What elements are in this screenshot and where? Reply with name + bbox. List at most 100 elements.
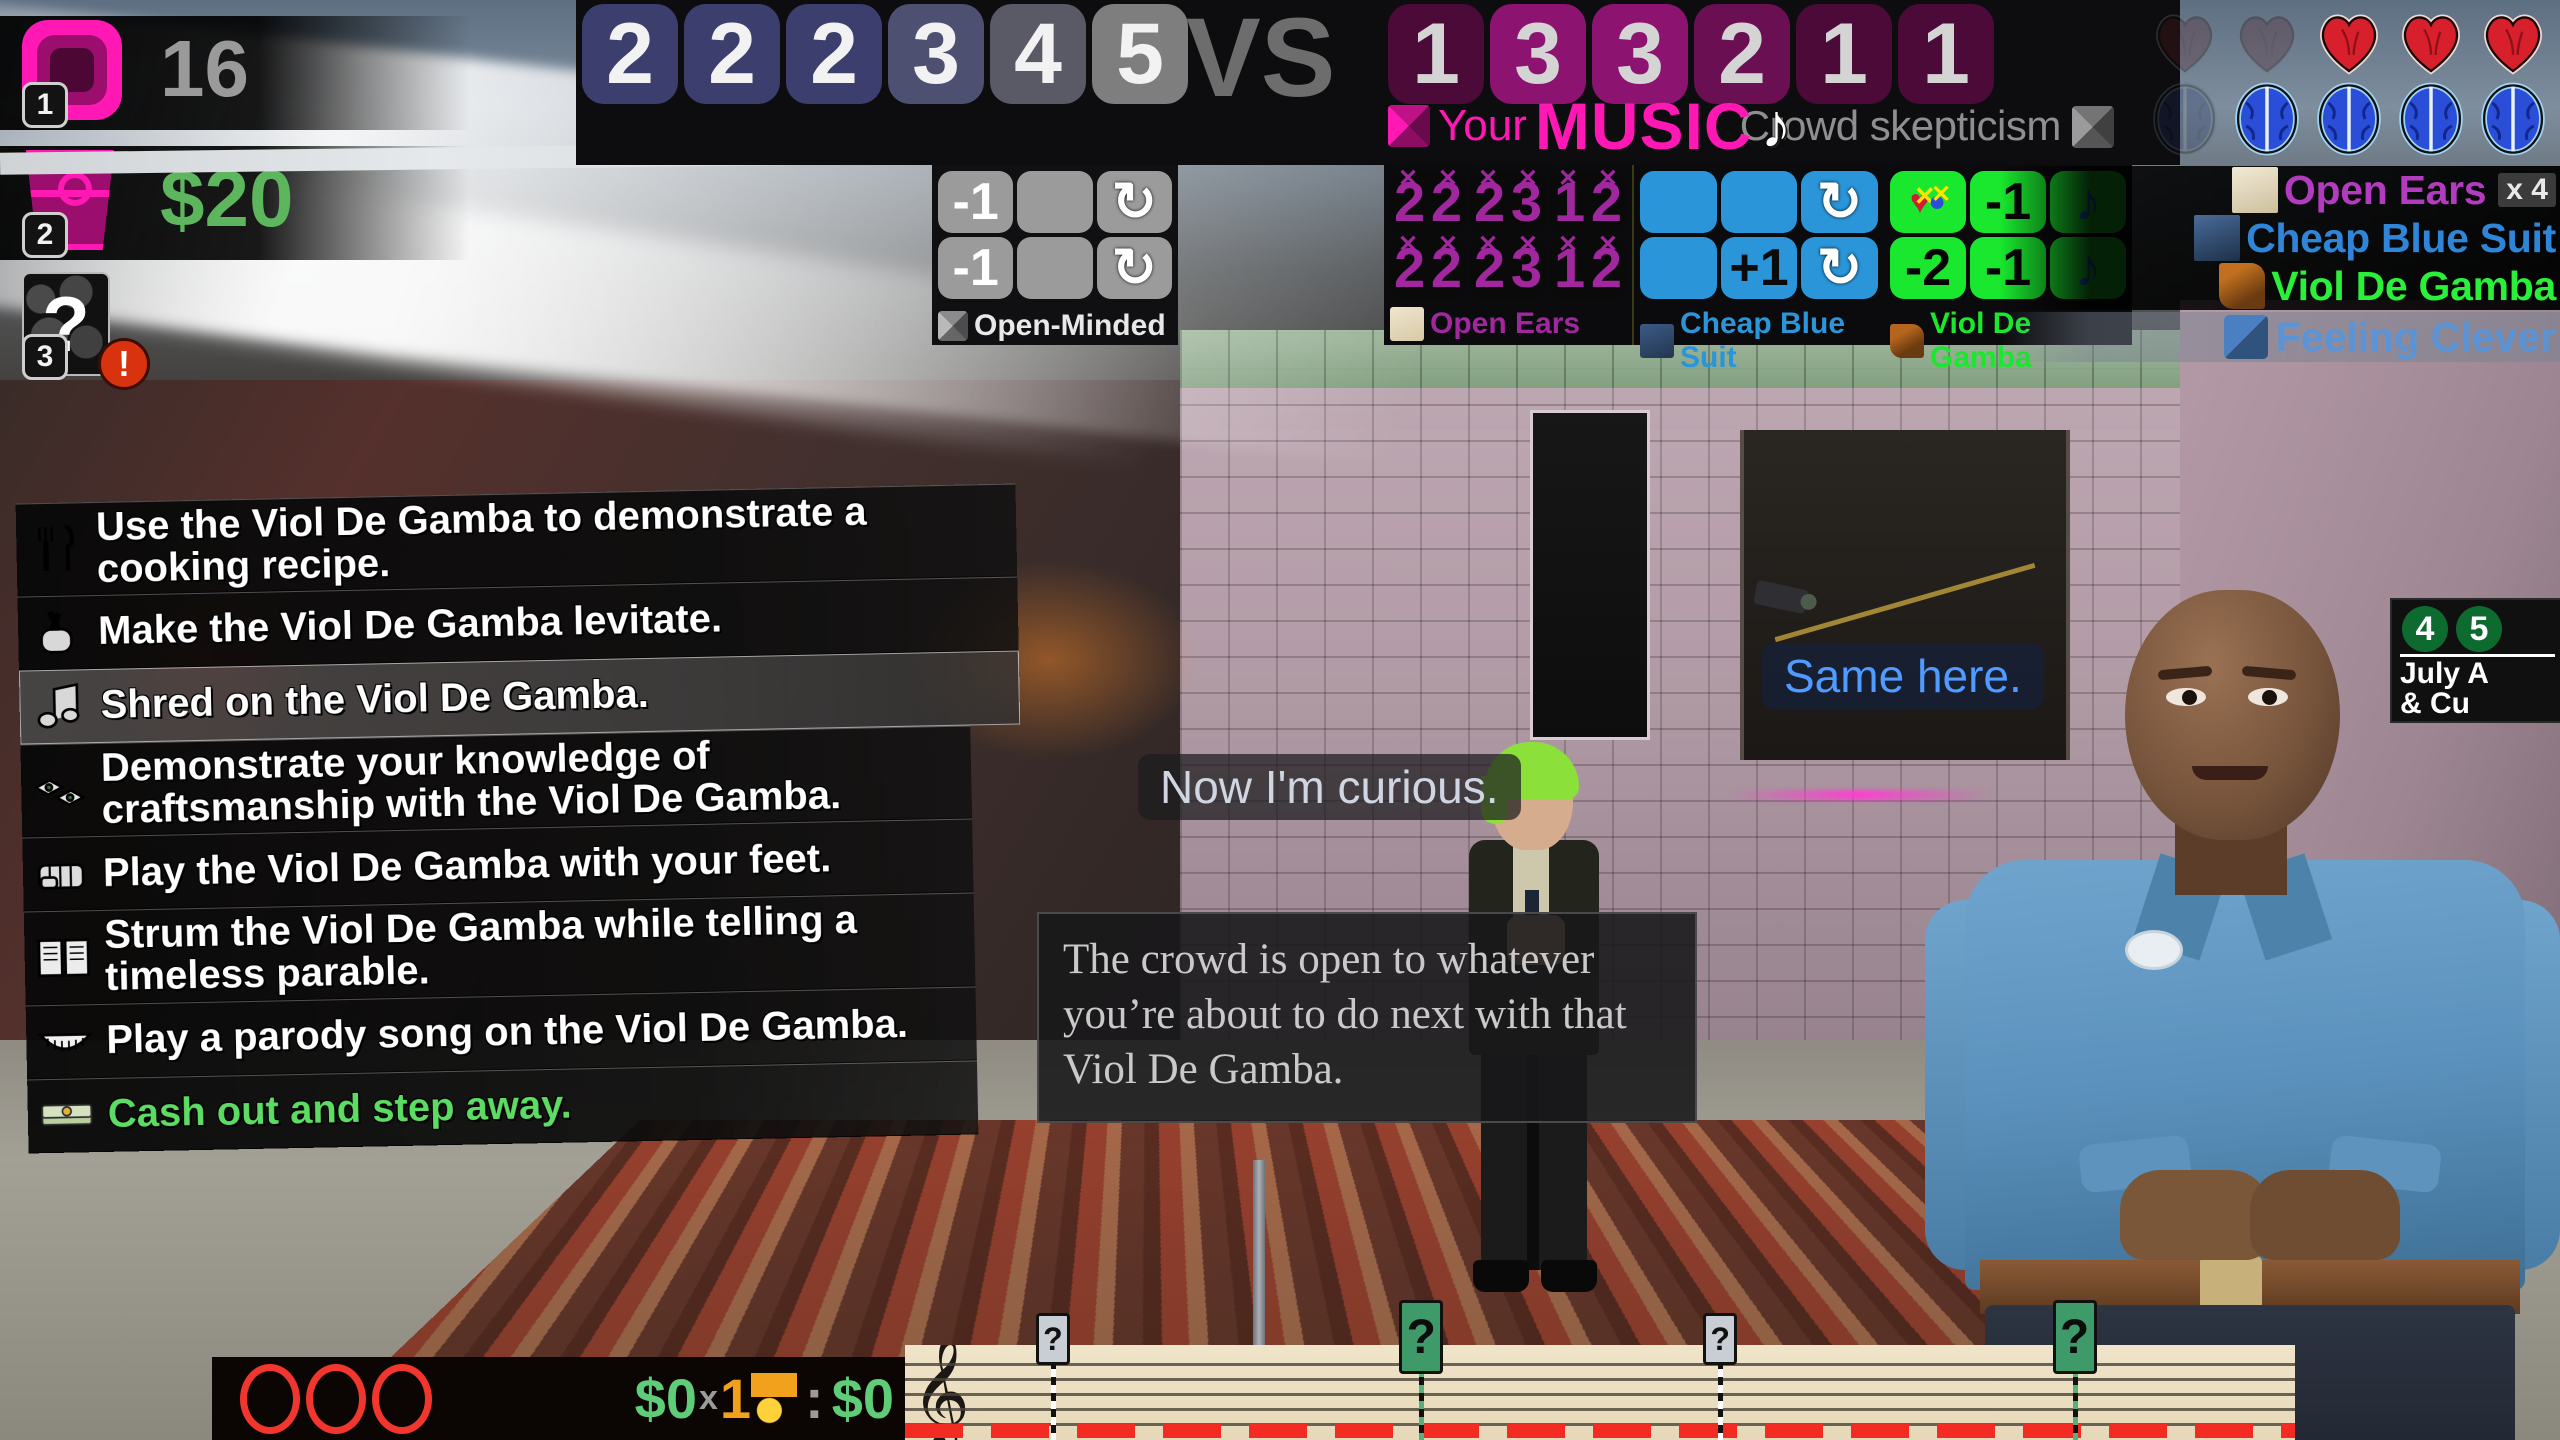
action-menu[interactable]: Use the Viol De Gamba to demonstrate a c…: [15, 483, 1021, 1154]
sheet-music-thumb: [2231, 167, 2278, 213]
effect-cell: ✕ ✕ 2 3: [1470, 167, 1546, 233]
refresh-icon: ↻: [1111, 172, 1157, 232]
hud-left-stats: 1 16 2 $20 ? 3 !: [0, 8, 520, 390]
staff-question-marker[interactable]: ?: [1703, 1313, 1738, 1365]
heart-icon: [2312, 4, 2386, 78]
die-face: 2: [684, 4, 780, 104]
effect-cell: [1640, 171, 1717, 233]
hud-row-confidence: 1 16: [0, 8, 520, 138]
hud-row-mystery-card[interactable]: ? 3 !: [0, 268, 520, 390]
brain-icon: [2230, 82, 2304, 156]
menu-item-label: Play a parody song on the Viol De Gamba.: [105, 1001, 909, 1062]
heart-icon: [2148, 4, 2222, 78]
cell-value-left: 1: [1554, 236, 1586, 299]
payout-base: $0: [634, 1367, 697, 1430]
staff-question-marker[interactable]: ?: [2052, 1300, 2097, 1374]
multiplier-x-label: x: [698, 1379, 718, 1417]
block-cheap-blue-suit[interactable]: ↻ +1 ↻ Cheap Blue Suit: [1634, 165, 1884, 374]
pink-cube-icon: [1388, 105, 1430, 147]
heart-icon: [2394, 4, 2468, 78]
cell-value-right: 2: [1590, 170, 1622, 233]
grin-mouth-icon: [34, 1010, 97, 1073]
effect-cell: +1: [1720, 237, 1798, 299]
die-face: 1: [1898, 4, 1994, 104]
open-minded-name: Open-Minded: [974, 309, 1166, 342]
refresh-icon: ↻: [1817, 172, 1863, 232]
hud-slot-number: 3: [22, 334, 68, 380]
block-open-ears[interactable]: ✕ ✕ 2 2 ✕ ✕ 2 3 ✕ ✕ 1 2 ✕ ✕ 2 2 ✕ ✕ 2 3 ✕ ✕ 1 2 Open Ears: [1384, 165, 1634, 345]
effect-cell: [1720, 171, 1798, 233]
cell-value-right: 3: [1510, 170, 1542, 233]
effect-cell: ✕ ✕ 1 2: [1550, 233, 1626, 299]
music-word: MUSIC: [1534, 89, 1753, 163]
open-minded-label: Open-Minded: [938, 309, 1166, 343]
heart-icon: [2230, 4, 2304, 78]
heart-icon: [2476, 4, 2550, 78]
cell-value-left: 1: [1554, 170, 1586, 233]
alert-icon: !: [98, 338, 150, 390]
your-music-label: Your MUSIC ♪: [1388, 88, 1792, 164]
effect-cell: [1017, 237, 1093, 299]
die-face: 5: [1092, 4, 1188, 104]
bottom-status-bar: $0 x 1 : $0: [212, 1357, 912, 1440]
staff-question-marker[interactable]: ?: [1399, 1300, 1444, 1374]
payout-total: $0: [831, 1367, 894, 1430]
grey-cube-icon: [938, 311, 968, 341]
fire-note-icon: [751, 1372, 798, 1425]
die-face: 1: [1796, 4, 1892, 104]
multiplier-value: 1: [719, 1367, 752, 1430]
refresh-icon: ↻: [1817, 238, 1863, 298]
cell-value-right: 3: [1510, 236, 1542, 299]
menu-item-label: Demonstrate your knowledge of craftsmans…: [100, 733, 842, 832]
open-ears-block-label: Open Ears: [1384, 305, 1632, 341]
sheet-music-thumb: [1390, 307, 1424, 341]
cell-value-left: 2: [1394, 170, 1426, 233]
die-face: 2: [786, 4, 882, 104]
effect-cell: ↻: [1801, 171, 1878, 233]
cell-value-left: 2: [1394, 236, 1426, 299]
cell-value-right: 2: [1430, 170, 1462, 233]
hud-right-stats: Open Ears x 4 Cheap Blue Suit Viol De Gamba…: [2000, 4, 2560, 362]
die-face: 3: [888, 4, 984, 104]
inventory-item-count: x 4: [2498, 173, 2556, 207]
cheap-blue-suit-name: Cheap Blue Suit: [1680, 307, 1846, 374]
vs-label: VS: [1186, 0, 1336, 120]
effect-cell: ↻: [1096, 171, 1172, 233]
inventory-item[interactable]: Open Ears x 4: [2000, 166, 2560, 214]
refresh-icon: ↻: [1111, 238, 1157, 298]
staff-beat-dashes: [905, 1424, 2295, 1438]
hud-slot-number: 2: [22, 212, 68, 258]
payout-readout: $0 x 1 : $0: [635, 1366, 894, 1431]
cell-value-left: 2: [1474, 236, 1506, 299]
effect-cell: [1640, 237, 1717, 299]
life-indicator-icon: [240, 1363, 300, 1434]
mood-status-badge: Feeling Clever: [2000, 312, 2560, 362]
hud-slot-number: 1: [22, 82, 68, 128]
music-note-icon: [28, 675, 91, 738]
open-ears-name: Open Ears: [1430, 307, 1581, 340]
payout-separator: :: [805, 1367, 824, 1430]
menu-item-label: Cash out and step away.: [107, 1082, 572, 1136]
effect-cell: -2: [1890, 237, 1966, 299]
pink-square-icon: 1: [22, 20, 126, 128]
staff-question-marker[interactable]: ?: [1035, 1313, 1070, 1365]
inventory-item-label: Viol De Gamba: [2271, 262, 2556, 309]
speech-bubble-same-here: Same here.: [1762, 643, 2044, 709]
cheap-blue-suit-block-label: Cheap Blue Suit: [1634, 305, 1884, 375]
hearts-row: [2000, 4, 2560, 78]
inventory-item-label: Open Ears: [2283, 166, 2487, 213]
effect-cell: ✕ ✕ 2 2: [1390, 167, 1466, 233]
viol-thumb: [2219, 263, 2266, 309]
narration-box: The crowd is open to whatever you’re abo…: [1037, 912, 1697, 1124]
open-minded-block[interactable]: -1 ↻ -1 ↻ Open-Minded: [932, 165, 1178, 345]
inventory-item[interactable]: Cheap Blue Suit: [2000, 214, 2560, 262]
inventory-list: Open Ears x 4 Cheap Blue Suit Viol De Gamba: [2000, 166, 2560, 310]
speech-bubble-curious: Now I'm curious.: [1138, 754, 1521, 820]
effect-cell: ↻: [1096, 237, 1172, 299]
menu-item-label: Play the Viol De Gamba with your feet.: [102, 835, 832, 895]
question-card-icon[interactable]: ? 3 !: [22, 272, 150, 390]
menu-item-label: Use the Viol De Gamba to demonstrate a c…: [95, 489, 867, 591]
inventory-item[interactable]: Viol De Gamba: [2000, 262, 2560, 310]
effect-cell: ✕ ✕ 2 3: [1470, 233, 1546, 299]
life-indicator-icon: [372, 1363, 432, 1434]
